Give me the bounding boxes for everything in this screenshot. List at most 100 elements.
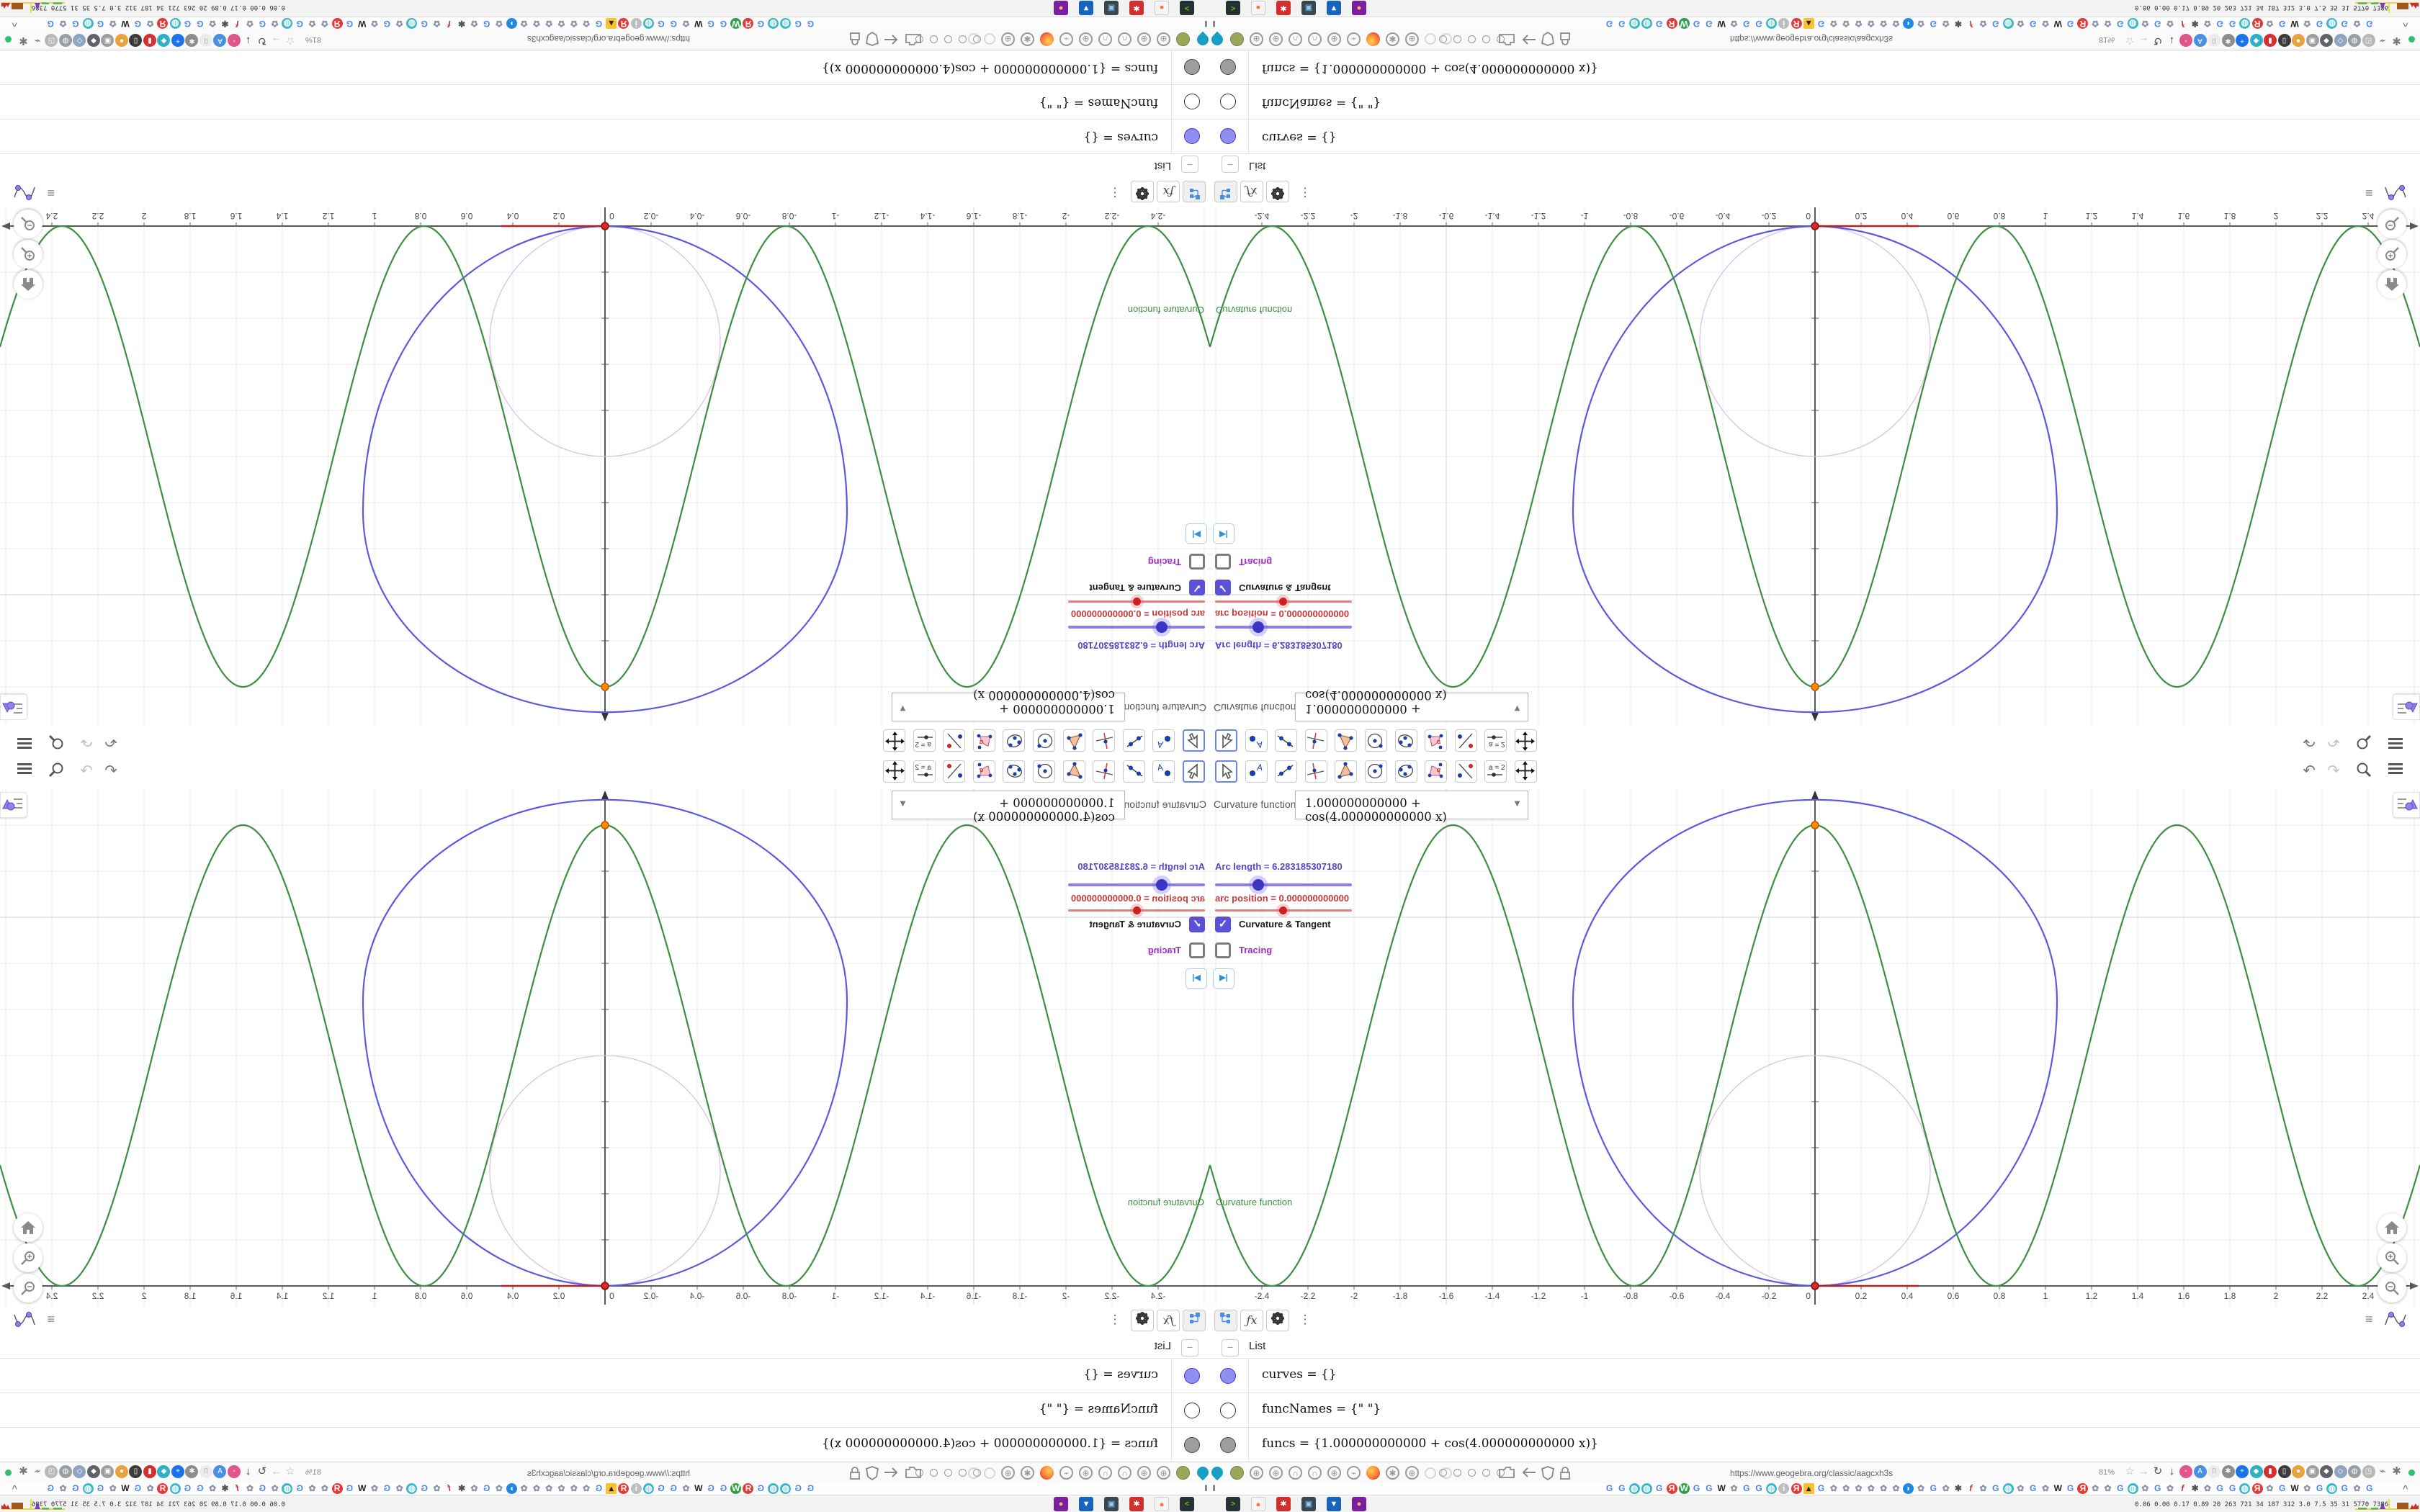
- shield-extension-icon[interactable]: ◆: [2249, 1465, 2263, 1478]
- arc-position-slider-knob[interactable]: [1133, 598, 1141, 606]
- flower-favicon[interactable]: ✿: [1828, 18, 1839, 29]
- globe-favicon[interactable]: ◍: [169, 1483, 181, 1494]
- redo-icon[interactable]: ↷: [76, 731, 97, 751]
- globe-favicon[interactable]: ◍: [1641, 18, 1652, 29]
- curvature-maximum-point[interactable]: [601, 821, 609, 829]
- algebra-row-funcs[interactable]: funcs = {1.000000000000 + cos(4.00000000…: [1210, 50, 2420, 85]
- vault-extension-icon[interactable]: ▣: [101, 1465, 115, 1478]
- reload-extension-icon[interactable]: ↻: [2151, 1465, 2164, 1478]
- flower-favicon[interactable]: ✿: [1878, 18, 1889, 29]
- flower-favicon[interactable]: ✿: [431, 1483, 442, 1494]
- object-visibility-dot[interactable]: [1184, 128, 1200, 144]
- flower-favicon[interactable]: ✿: [544, 1483, 555, 1494]
- play-step-button[interactable]: ▶|: [1186, 968, 1207, 989]
- download-extension-icon[interactable]: ↓: [242, 1465, 255, 1478]
- tab-ring-icon[interactable]: [1439, 1469, 1447, 1477]
- graphics-view[interactable]: -2.4 -2.2 -2 -1.8 -1.6 -1.4 -1.2 -1 -0.8 -0.6 -0.4…: [1210, 789, 2420, 1305]
- flower-favicon[interactable]: ✿: [1853, 1483, 1864, 1494]
- reload-extension-icon[interactable]: ↻: [2151, 34, 2164, 47]
- terminal-taskbar-icon[interactable]: >: [1180, 1, 1194, 15]
- tool-circle-button[interactable]: [1033, 760, 1055, 783]
- flower-favicon[interactable]: ✿: [207, 18, 218, 29]
- arc-nav-icon[interactable]: ∩: [1289, 1466, 1302, 1480]
- globe-nav-icon[interactable]: ⊕: [1001, 1466, 1015, 1480]
- f-favicon[interactable]: f: [444, 1483, 454, 1494]
- gear-nav-icon[interactable]: ✱: [1386, 1466, 1399, 1480]
- tool-move-button[interactable]: [1183, 760, 1205, 783]
- shield-icon[interactable]: [865, 1466, 879, 1484]
- yandex-favicon[interactable]: Я: [331, 1483, 343, 1494]
- globe-nav-icon[interactable]: ⊕: [1405, 32, 1419, 46]
- tool-move-graphics-button[interactable]: [1515, 729, 1537, 752]
- candy-extension-icon[interactable]: ◦: [228, 34, 241, 47]
- tool-reflection-button[interactable]: [943, 729, 965, 752]
- tool-polygon-button[interactable]: [1335, 760, 1357, 783]
- wikipedia-favicon[interactable]: W: [357, 18, 367, 29]
- f-favicon[interactable]: f: [2177, 18, 2188, 29]
- yandex-favicon[interactable]: Я: [1666, 18, 1677, 29]
- settings-taskbar-icon[interactable]: ✱: [1276, 1, 1291, 15]
- flower-favicon[interactable]: ✿: [519, 1483, 529, 1494]
- candy-extension-icon[interactable]: ◦: [2179, 34, 2192, 47]
- pause-icon[interactable]: ‖: [1204, 19, 1208, 29]
- firefox-taskbar-icon[interactable]: ●: [1251, 1, 1265, 15]
- google-favicon[interactable]: G: [2215, 1483, 2226, 1494]
- google-favicon[interactable]: G: [344, 18, 355, 29]
- google-favicon[interactable]: G: [133, 18, 143, 29]
- green-w-favicon[interactable]: W: [730, 1483, 742, 1494]
- gear2-extension-icon[interactable]: ✱: [2390, 1465, 2403, 1478]
- flower-favicon[interactable]: ✿: [2264, 18, 2275, 29]
- google-favicon[interactable]: G: [2027, 1483, 2038, 1494]
- arc-nav-icon[interactable]: ∩: [1289, 32, 1302, 46]
- url-text[interactable]: https://www.geogebra.org/classic/aagcxh3…: [527, 1468, 690, 1478]
- info-favicon[interactable]: i: [630, 1483, 642, 1494]
- google-favicon[interactable]: G: [70, 18, 81, 29]
- google-favicon[interactable]: G: [1741, 1483, 1752, 1494]
- tool-reflection-button[interactable]: [943, 760, 965, 783]
- vault-extension-icon[interactable]: ▣: [2305, 34, 2319, 47]
- globe-favicon[interactable]: ◍: [643, 1483, 655, 1494]
- flower-favicon[interactable]: ✿: [307, 1483, 318, 1494]
- tool-angle-button[interactable]: α: [973, 760, 995, 783]
- folder-icon[interactable]: [1499, 30, 1515, 46]
- collapse-group-button[interactable]: −: [1222, 1339, 1239, 1356]
- pause-icon[interactable]: ‖: [1204, 1483, 1208, 1493]
- google-favicon[interactable]: G: [668, 1483, 679, 1494]
- gear-favicon[interactable]: ✱: [2190, 18, 2200, 29]
- function-curve-icon[interactable]: [6, 178, 37, 203]
- curvature-maximum-point[interactable]: [1811, 821, 1819, 829]
- google-favicon[interactable]: G: [2227, 1483, 2238, 1494]
- curvature-maximum-point[interactable]: [1811, 683, 1819, 691]
- algebra-row-funcs[interactable]: funcs = {1.000000000000 + cos(4.00000000…: [0, 1427, 1210, 1462]
- tab-ring-icon[interactable]: [1468, 35, 1476, 43]
- undo-icon[interactable]: ↶: [101, 761, 121, 781]
- google-favicon[interactable]: G: [756, 1483, 766, 1494]
- pause-icon[interactable]: ‖: [1212, 1483, 1216, 1493]
- flower-favicon[interactable]: ✿: [269, 18, 280, 29]
- shield-extension-icon[interactable]: ◆: [157, 34, 171, 47]
- shield2-extension-icon[interactable]: ◆: [2320, 34, 2333, 47]
- settings-gear-button[interactable]: [1266, 181, 1289, 202]
- curvature-function-dropdown[interactable]: 1.000000000000 + cos(4.000000000000 x) ▼: [892, 791, 1125, 824]
- star-extension-icon[interactable]: ☆: [284, 1465, 297, 1478]
- flower-favicon[interactable]: ✿: [369, 1483, 380, 1494]
- google-favicon[interactable]: G: [182, 18, 193, 29]
- play-step-button[interactable]: ▶|: [1213, 523, 1234, 544]
- google-favicon[interactable]: G: [2364, 1483, 2375, 1494]
- google-favicon[interactable]: G: [194, 18, 205, 29]
- yandex-favicon[interactable]: Я: [618, 1483, 629, 1494]
- tool-circle-button[interactable]: [1033, 729, 1055, 752]
- flower-favicon[interactable]: ✿: [1865, 1483, 1876, 1494]
- fx-input-button[interactable]: ƒx: [1240, 1310, 1263, 1331]
- flower-favicon[interactable]: ✿: [1891, 1483, 1901, 1494]
- hamburger-menu-icon[interactable]: [2385, 761, 2406, 781]
- download-extension-icon[interactable]: ↓: [2166, 1465, 2179, 1478]
- chevron-up-icon[interactable]: ^: [2403, 1483, 2408, 1494]
- info-favicon[interactable]: i: [630, 18, 642, 29]
- hamburger-menu-icon[interactable]: [14, 731, 35, 751]
- trash-extension-icon[interactable]: ▯: [2277, 1465, 2291, 1478]
- flower-favicon[interactable]: ✿: [58, 1483, 68, 1494]
- olive-nav-icon[interactable]: [1176, 32, 1190, 46]
- gear-extension-icon[interactable]: ✱: [185, 1465, 199, 1478]
- globe-favicon[interactable]: ◍: [768, 18, 779, 29]
